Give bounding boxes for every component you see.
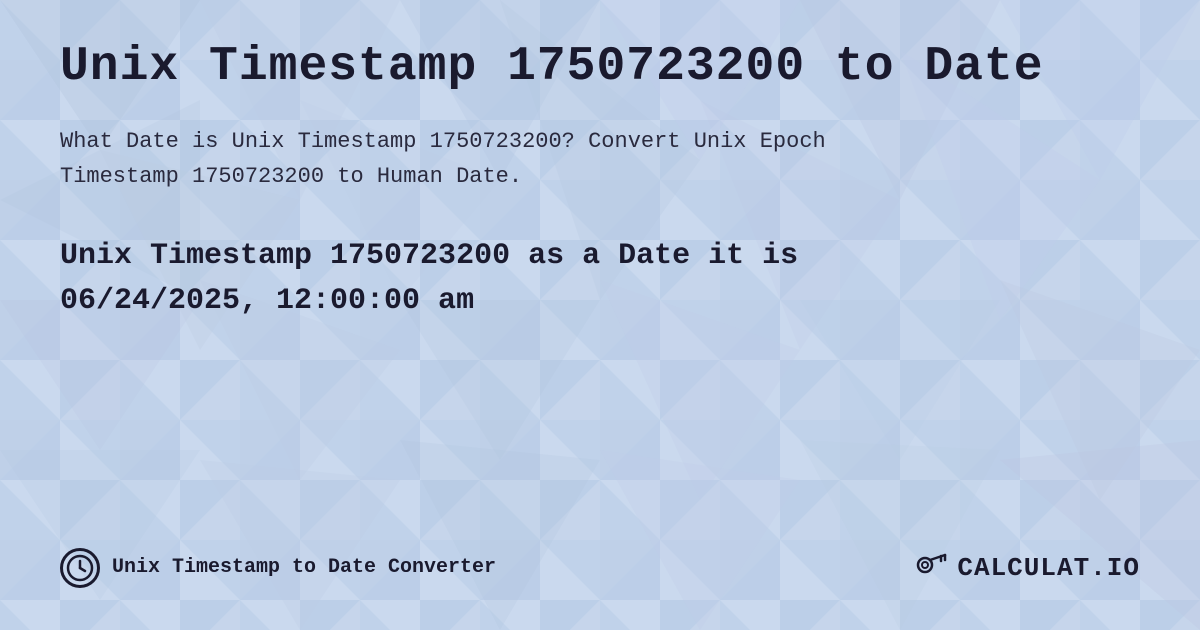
page-description: What Date is Unix Timestamp 1750723200? … — [60, 124, 1140, 194]
logo: CALCULAT.IO — [913, 545, 1140, 590]
logo-icon — [913, 545, 949, 590]
footer-left: Unix Timestamp to Date Converter — [60, 548, 496, 588]
clock-icon — [60, 548, 100, 588]
page-title: Unix Timestamp 1750723200 to Date — [60, 40, 1140, 94]
footer: Unix Timestamp to Date Converter CALCULA… — [60, 525, 1140, 590]
result-text: Unix Timestamp 1750723200 as a Date it i… — [60, 234, 1140, 324]
logo-text: CALCULAT.IO — [957, 553, 1140, 583]
footer-label: Unix Timestamp to Date Converter — [112, 556, 496, 579]
result-section: Unix Timestamp 1750723200 as a Date it i… — [60, 234, 1140, 324]
